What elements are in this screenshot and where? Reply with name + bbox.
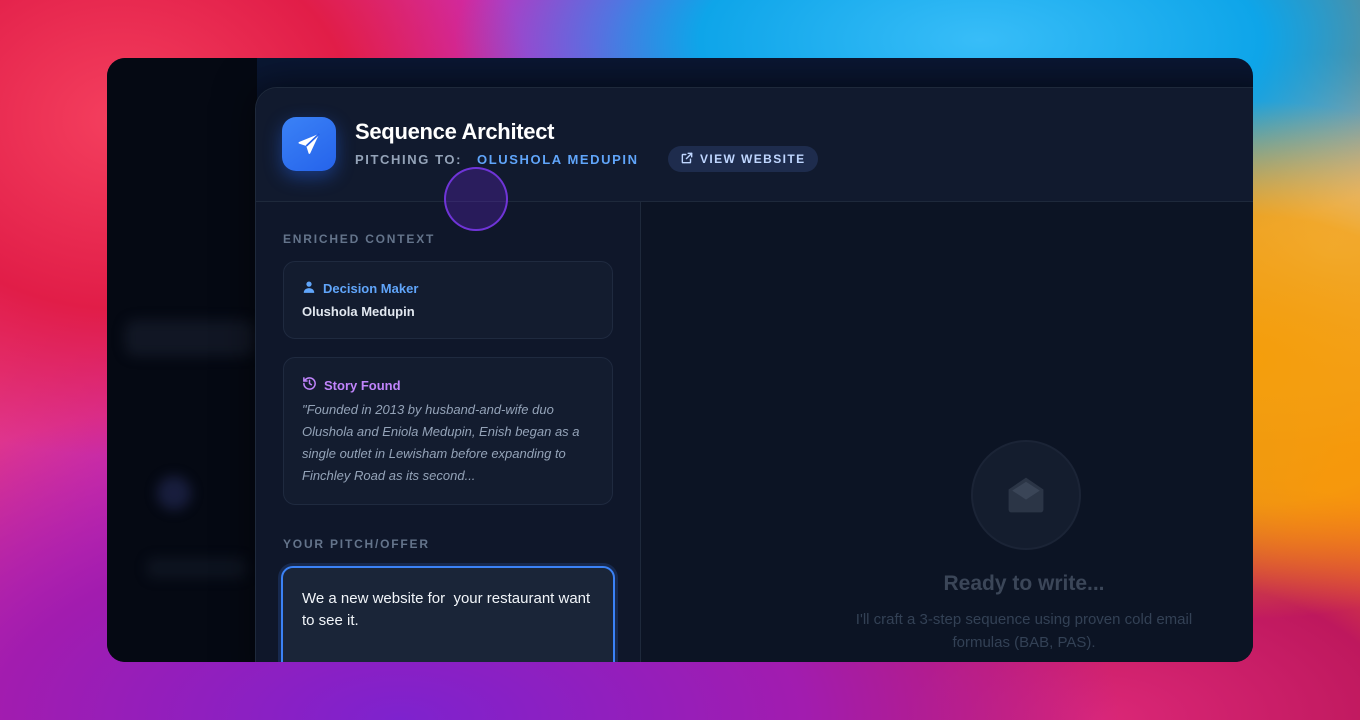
sequence-output-area: Ready to write... I'll craft a 3-step se… [641,202,1253,662]
enriched-context-heading: ENRICHED CONTEXT [283,232,436,246]
decision-maker-label: Decision Maker [323,281,419,296]
context-column: ENRICHED CONTEXT Decision Maker Olushola… [256,202,641,662]
history-icon [302,376,317,394]
story-found-card: Story Found "Founded in 2013 by husband-… [283,357,613,505]
blurred-sidebar-line [147,558,247,578]
app-window: Sequence Architect PITCHING TO: OLUSHOLA… [107,58,1253,662]
decision-maker-card: Decision Maker Olushola Medupin [283,261,613,339]
view-website-button[interactable]: VIEW WEBSITE [668,146,819,172]
decision-maker-value: Olushola Medupin [302,304,415,319]
panel-header: Sequence Architect PITCHING TO: OLUSHOLA… [256,88,1253,202]
empty-state-subtitle: I'll craft a 3-step sequence using prove… [855,611,1193,651]
page-title: Sequence Architect [355,119,555,144]
view-website-label: VIEW WEBSITE [700,152,806,166]
blurred-sidebar-item [125,320,255,356]
sequence-architect-panel: Sequence Architect PITCHING TO: OLUSHOLA… [255,87,1253,662]
external-link-icon [680,151,694,168]
story-found-label: Story Found [324,377,401,393]
prospect-name: OLUSHOLA MEDUPIN [477,152,639,167]
pitch-offer-heading: YOUR PITCH/OFFER [283,537,430,551]
story-found-header: Story Found [302,376,401,394]
pitch-offer-text: We a new website for your restaurant wan… [302,590,595,629]
pitch-offer-textarea[interactable]: We a new website for your restaurant wan… [281,566,615,662]
decision-maker-header: Decision Maker [302,280,418,297]
pitching-label: PITCHING TO: [355,152,463,167]
cursor-highlight [444,167,508,231]
envelope-open-icon [971,440,1081,550]
story-text: "Founded in 2013 by husband-and-wife duo… [302,402,580,483]
user-icon [302,280,316,297]
empty-state-title: Ready to write... [943,572,1105,595]
blurred-avatar [157,476,191,510]
paper-plane-icon [282,117,336,171]
background-sidebar [107,58,257,662]
